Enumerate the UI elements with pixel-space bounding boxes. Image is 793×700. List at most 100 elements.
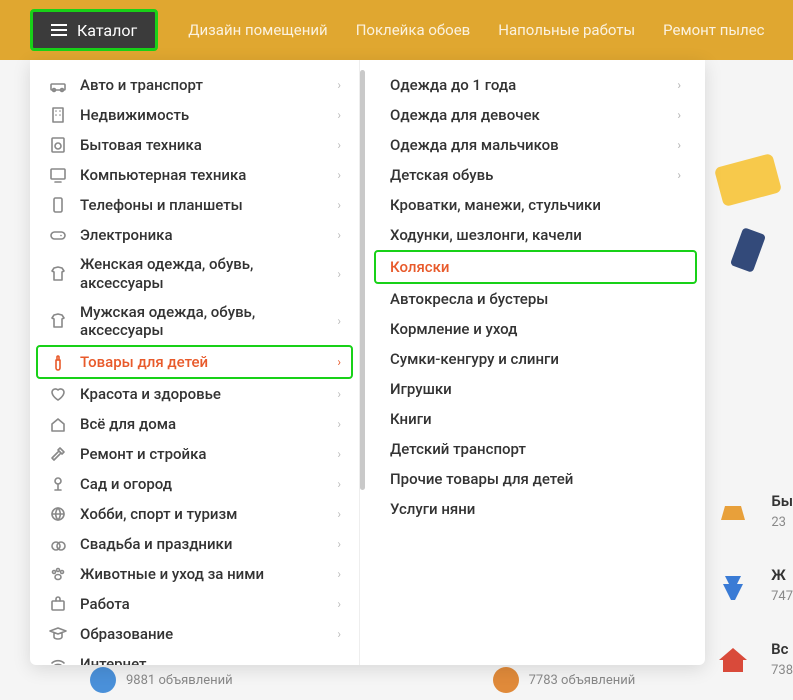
chevron-right-icon: › [337, 567, 341, 581]
promo-icon [713, 490, 753, 534]
subcategory-item[interactable]: Книги [366, 404, 705, 434]
subcategory-item[interactable]: Детский транспорт [366, 434, 705, 464]
catalog-dropdown: Авто и транспорт›Недвижимость›Бытовая те… [30, 60, 705, 665]
footer-strip: 9881 объявлений 7783 объявлений [0, 660, 793, 700]
subcategory-item[interactable]: Игрушки [366, 374, 705, 404]
chevron-right-icon: › [337, 597, 341, 611]
subcategory-item[interactable]: Ходунки, шезлонги, качели [366, 220, 705, 250]
category-column[interactable]: Авто и транспорт›Недвижимость›Бытовая те… [30, 60, 360, 665]
category-item[interactable]: Красота и здоровье› [30, 379, 359, 409]
category-label: Животные и уход за ними [80, 565, 325, 584]
promo-text: Ж747 [771, 566, 793, 605]
category-item[interactable]: Компьютерная техника › [30, 160, 359, 190]
chevron-right-icon: › [337, 198, 341, 212]
category-label: Товары для детей [80, 353, 325, 372]
category-item[interactable]: Животные и уход за ними › [30, 559, 359, 589]
category-item[interactable]: Недвижимость› [30, 100, 359, 130]
category-item[interactable]: Работа › [30, 589, 359, 619]
footer-item: 7783 объявлений [493, 667, 636, 693]
monitor-icon [48, 165, 68, 185]
category-item[interactable]: Мужская одежда, обувь, аксессуары › [30, 298, 359, 346]
briefcase-icon [48, 594, 68, 614]
chevron-right-icon: › [337, 507, 341, 521]
footer-badge-icon [90, 667, 116, 693]
subcategory-item[interactable]: Прочие товары для детей [366, 464, 705, 494]
globe-icon [48, 504, 68, 524]
category-item[interactable]: Авто и транспорт › [30, 70, 359, 100]
washer-icon [48, 135, 68, 155]
chevron-right-icon: › [677, 138, 681, 152]
subcategory-item[interactable]: Одежда для девочек› [366, 100, 705, 130]
category-item[interactable]: Электроника› [30, 220, 359, 250]
chevron-right-icon: › [337, 627, 341, 641]
hamburger-icon [51, 24, 67, 36]
chevron-right-icon: › [337, 228, 341, 242]
footer-item: 9881 объявлений [90, 667, 233, 693]
chevron-right-icon: › [337, 355, 341, 369]
category-item[interactable]: Интернет [30, 649, 359, 665]
subcategory-label: Кроватки, манежи, стульчики [390, 196, 601, 214]
category-label: Авто и транспорт [80, 76, 325, 95]
chevron-right-icon: › [677, 108, 681, 122]
category-label: Мужская одежда, обувь, аксессуары [80, 303, 325, 341]
subcategory-item[interactable]: Сумки-кенгуру и слинги [366, 344, 705, 374]
category-label: Бытовая техника [80, 136, 325, 155]
category-item[interactable]: Бытовая техника› [30, 130, 359, 160]
baby-bottle-icon [48, 352, 68, 372]
topnav-item[interactable]: Напольные работы [498, 21, 635, 39]
subcategory-label: Детская обувь [390, 166, 493, 184]
promo-icon [713, 564, 753, 608]
category-label: Ремонт и стройка [80, 445, 325, 464]
topbar: Каталог Дизайн помещений Поклейка обоев … [0, 0, 793, 60]
subcategory-label: Сумки-кенгуру и слинги [390, 350, 559, 368]
category-item[interactable]: Ремонт и стройка› [30, 439, 359, 469]
wifi-icon [48, 654, 68, 665]
promo-text: Бы23 [771, 492, 793, 531]
chevron-right-icon: › [337, 78, 341, 92]
subcategory-column[interactable]: Одежда до 1 года›Одежда для девочек›Одеж… [360, 60, 705, 665]
category-item[interactable]: Телефоны и планшеты› [30, 190, 359, 220]
scrollbar[interactable] [360, 70, 365, 490]
subcategory-item[interactable]: Кормление и уход [366, 314, 705, 344]
category-item[interactable]: Всё для дома› [30, 409, 359, 439]
category-item[interactable]: Свадьба и праздники› [30, 529, 359, 559]
category-label: Компьютерная техника [80, 166, 325, 185]
card-illustration [714, 153, 782, 207]
category-item[interactable]: Образование› [30, 619, 359, 649]
category-label: Работа [80, 595, 325, 614]
chevron-right-icon: › [337, 314, 341, 328]
category-label: Всё для дома [80, 415, 325, 434]
subcategory-item[interactable]: Одежда до 1 года› [366, 70, 705, 100]
subcategory-label: Одежда до 1 года [390, 76, 516, 94]
catalog-button[interactable]: Каталог [30, 9, 158, 51]
hammer-icon [48, 444, 68, 464]
subcategory-item[interactable]: Детская обувь › [366, 160, 705, 190]
catalog-button-label: Каталог [77, 21, 137, 40]
promo-card[interactable]: Бы23 [713, 490, 793, 534]
footer-count: 7783 объявлений [529, 673, 636, 688]
subcategory-item[interactable]: Коляски [374, 250, 697, 284]
category-label: Интернет [80, 655, 341, 665]
subcategory-item[interactable]: Кроватки, манежи, стульчики [366, 190, 705, 220]
category-item[interactable]: Товары для детей › [36, 345, 353, 379]
gradcap-icon [48, 624, 68, 644]
subcategory-label: Книги [390, 410, 432, 428]
topnav-item[interactable]: Дизайн помещений [188, 21, 327, 39]
category-label: Сад и огород [80, 475, 325, 494]
car-icon [48, 75, 68, 95]
subcategory-label: Кормление и уход [390, 320, 517, 338]
category-item[interactable]: Хобби, спорт и туризм› [30, 499, 359, 529]
category-label: Женская одежда, обувь, аксессуары [80, 255, 325, 293]
chevron-right-icon: › [337, 168, 341, 182]
subcategory-item[interactable]: Автокресла и бустеры [366, 284, 705, 314]
promo-card[interactable]: Ж747 [713, 564, 793, 608]
topnav-item[interactable]: Ремонт пылес [663, 21, 764, 39]
topnav-item[interactable]: Поклейка обоев [356, 21, 471, 39]
category-item[interactable]: Женская одежда, обувь, аксессуары› [30, 250, 359, 298]
subcategory-item[interactable]: Услуги няни [366, 494, 705, 524]
subcategory-label: Детский транспорт [390, 440, 526, 458]
chevron-right-icon: › [677, 168, 681, 182]
category-item[interactable]: Сад и огород› [30, 469, 359, 499]
category-label: Свадьба и праздники [80, 535, 325, 554]
subcategory-item[interactable]: Одежда для мальчиков› [366, 130, 705, 160]
